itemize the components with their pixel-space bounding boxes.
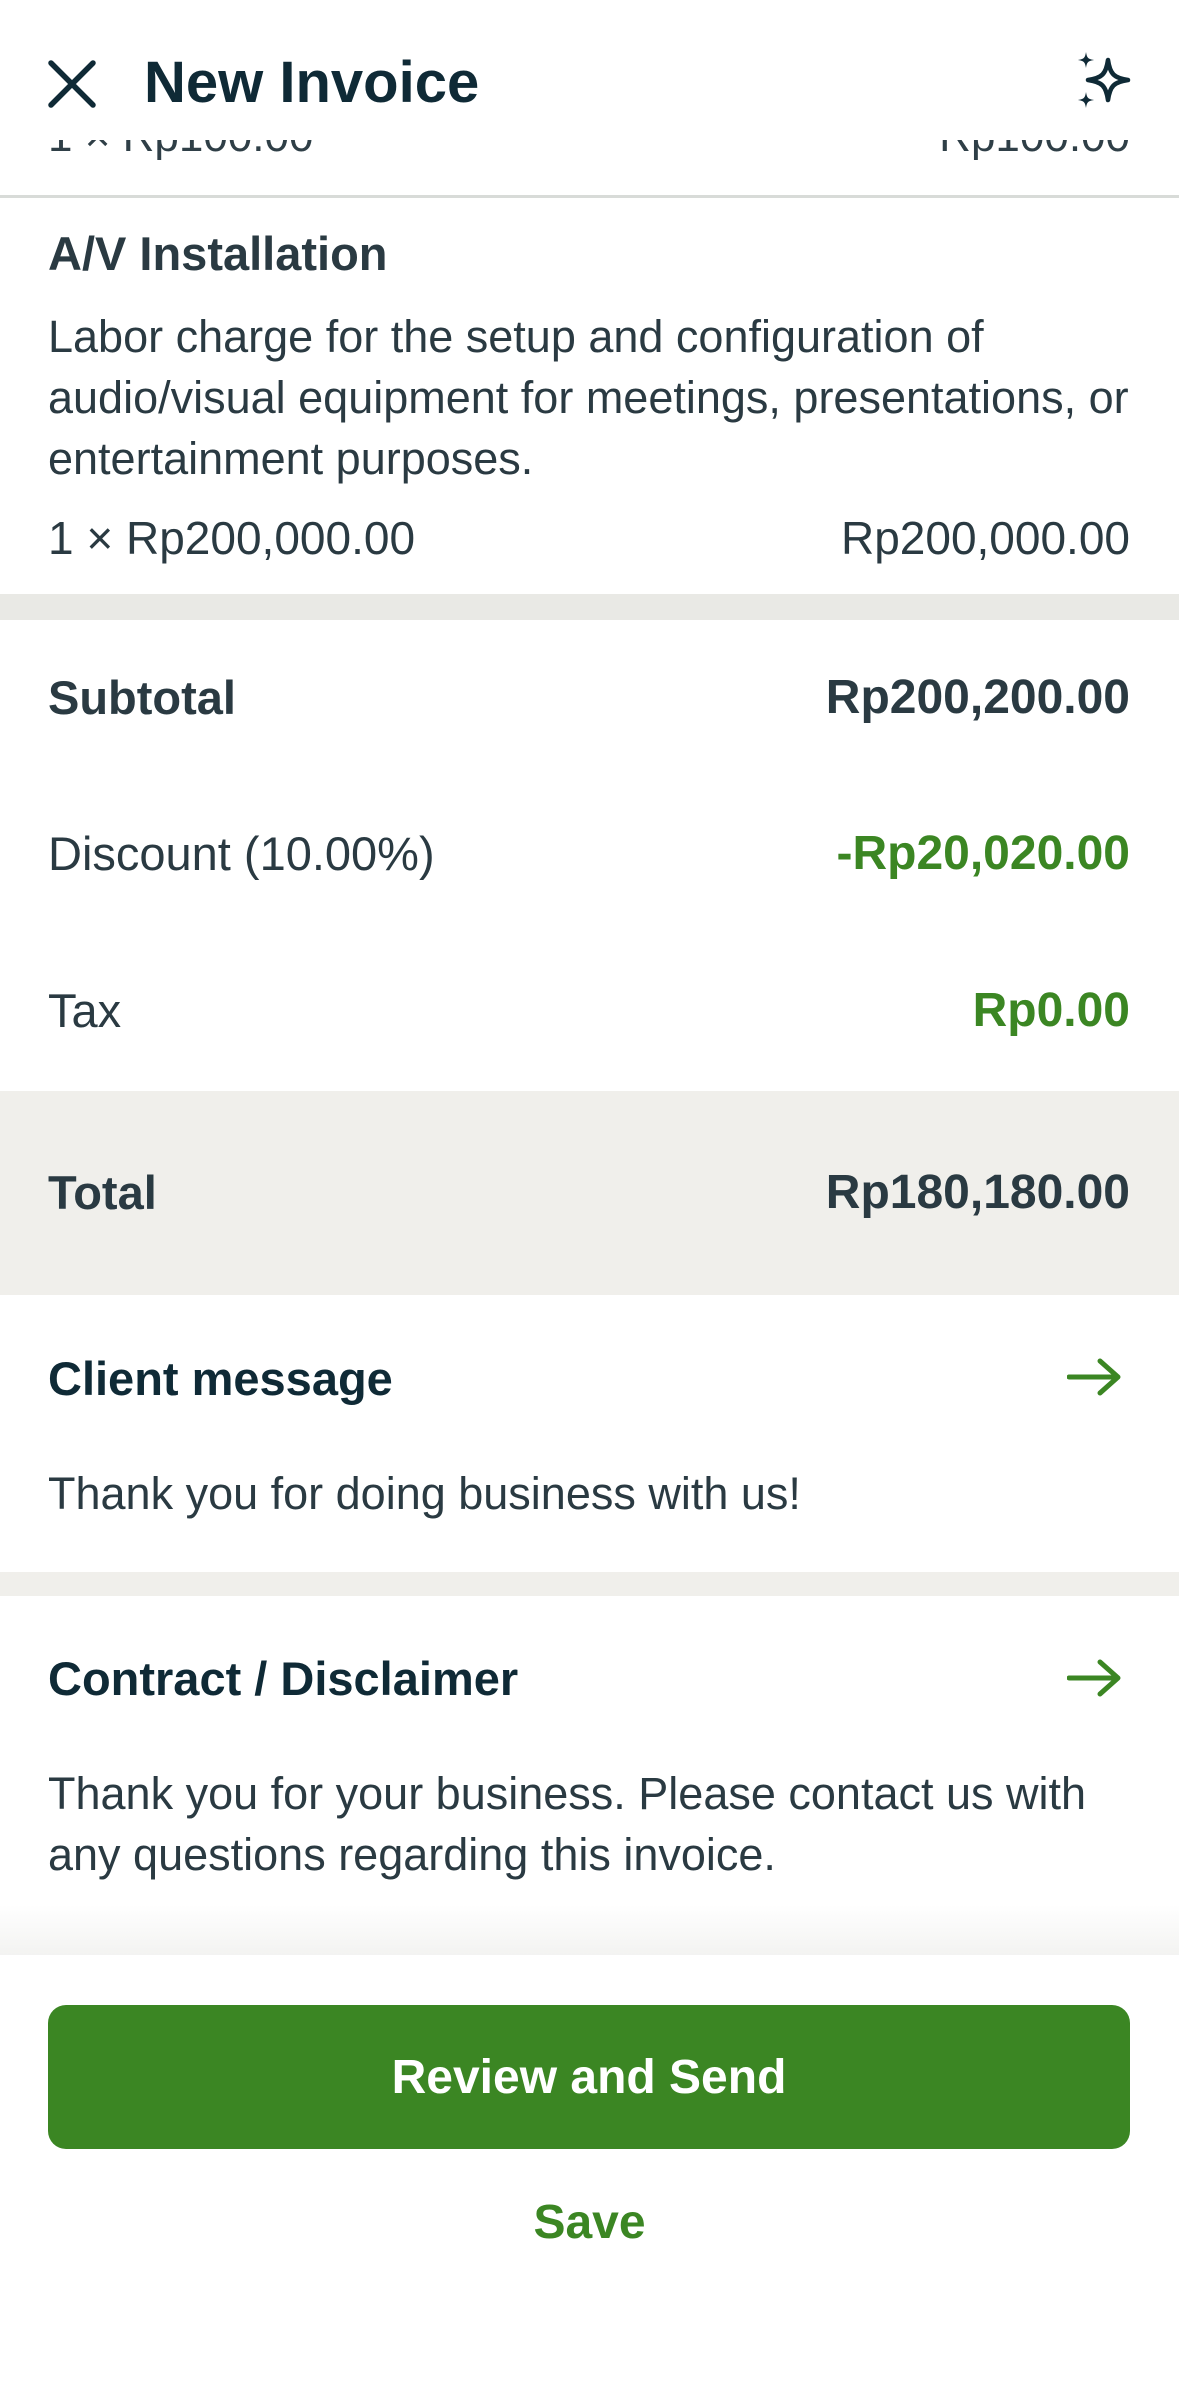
- tax-row[interactable]: Tax Rp0.00: [0, 971, 1179, 1051]
- tax-value[interactable]: Rp0.00: [973, 971, 1130, 1051]
- contract-body: Thank you for your business. Please cont…: [48, 1768, 1087, 1880]
- total-label: Total: [48, 1166, 157, 1219]
- section-divider: [0, 594, 1179, 620]
- section-divider: [0, 1572, 1179, 1596]
- line-item-name: A/V Installation: [48, 227, 388, 280]
- save-button[interactable]: Save: [0, 2195, 1179, 2250]
- line-item-description: Labor charge for the setup and configura…: [48, 311, 1129, 484]
- client-message-body: Thank you for doing business with us!: [48, 1468, 801, 1519]
- close-icon[interactable]: [45, 57, 99, 111]
- bottom-action-bar: Review and Send Save: [0, 1955, 1179, 2396]
- client-message-section[interactable]: Client message Thank you for doing busin…: [0, 1295, 1179, 1572]
- contract-section[interactable]: Contract / Disclaimer Thank you for your…: [0, 1596, 1179, 1905]
- scroll-fade: [0, 1905, 1179, 1955]
- subtotal-row: Subtotal Rp200,200.00: [0, 658, 1179, 738]
- page-title: New Invoice: [144, 50, 480, 115]
- line-item-quantity-price: 1 × Rp200,000.00: [48, 512, 416, 564]
- line-item[interactable]: A/V Installation Labor charge for the se…: [0, 198, 1179, 594]
- total-row: Total Rp180,180.00: [0, 1153, 1179, 1233]
- client-message-title: Client message: [48, 1352, 393, 1405]
- discount-label: Discount (10.00%): [48, 827, 435, 880]
- subtotal-value: Rp200,200.00: [825, 671, 1130, 724]
- arrow-right-icon[interactable]: [1067, 1357, 1123, 1397]
- contract-title: Contract / Disclaimer: [48, 1652, 519, 1705]
- app-header: 1 × Rp100.00 Rp100.00 New Invoice: [0, 0, 1179, 198]
- total-value: Rp180,180.00: [825, 1166, 1130, 1219]
- subtotal-label: Subtotal: [48, 671, 236, 724]
- line-item-total: Rp200,000.00: [840, 512, 1130, 564]
- tax-label: Tax: [48, 984, 122, 1037]
- discount-row[interactable]: Discount (10.00%) -Rp20,020.00: [0, 814, 1179, 894]
- review-and-send-button[interactable]: Review and Send: [48, 2005, 1130, 2149]
- total-band: Total Rp180,180.00: [0, 1091, 1179, 1295]
- sparkles-icon[interactable]: [1072, 48, 1140, 116]
- arrow-right-icon[interactable]: [1067, 1658, 1123, 1698]
- discount-value[interactable]: -Rp20,020.00: [836, 814, 1130, 894]
